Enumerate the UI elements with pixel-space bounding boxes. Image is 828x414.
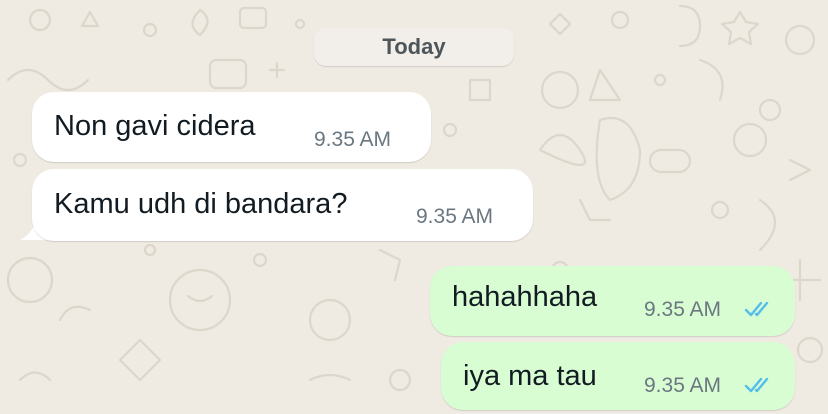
message-time: 9.35 AM bbox=[644, 298, 722, 321]
message-bubble-outgoing[interactable]: iya ma tau 9.35 AM bbox=[441, 342, 795, 410]
message-text: Non gavi cidera bbox=[54, 110, 256, 142]
message-time: 9.35 AM bbox=[644, 374, 722, 397]
message-time: 9.35 AM bbox=[314, 128, 392, 151]
message-bubble-incoming[interactable]: Kamu udh di bandara? 9.35 AM bbox=[32, 169, 533, 241]
message-time: 9.35 AM bbox=[416, 205, 494, 228]
message-bubble-outgoing[interactable]: hahahhaha 9.35 AM bbox=[430, 266, 795, 336]
date-separator: Today bbox=[314, 28, 514, 66]
message-text: hahahhaha bbox=[452, 281, 598, 313]
double-check-icon bbox=[744, 377, 769, 393]
message-bubble-incoming[interactable]: Non gavi cidera 9.35 AM bbox=[32, 92, 431, 162]
message-text: Kamu udh di bandara? bbox=[54, 188, 348, 220]
double-check-icon bbox=[744, 301, 769, 317]
message-text: iya ma tau bbox=[463, 360, 597, 392]
date-separator-label: Today bbox=[382, 34, 446, 59]
